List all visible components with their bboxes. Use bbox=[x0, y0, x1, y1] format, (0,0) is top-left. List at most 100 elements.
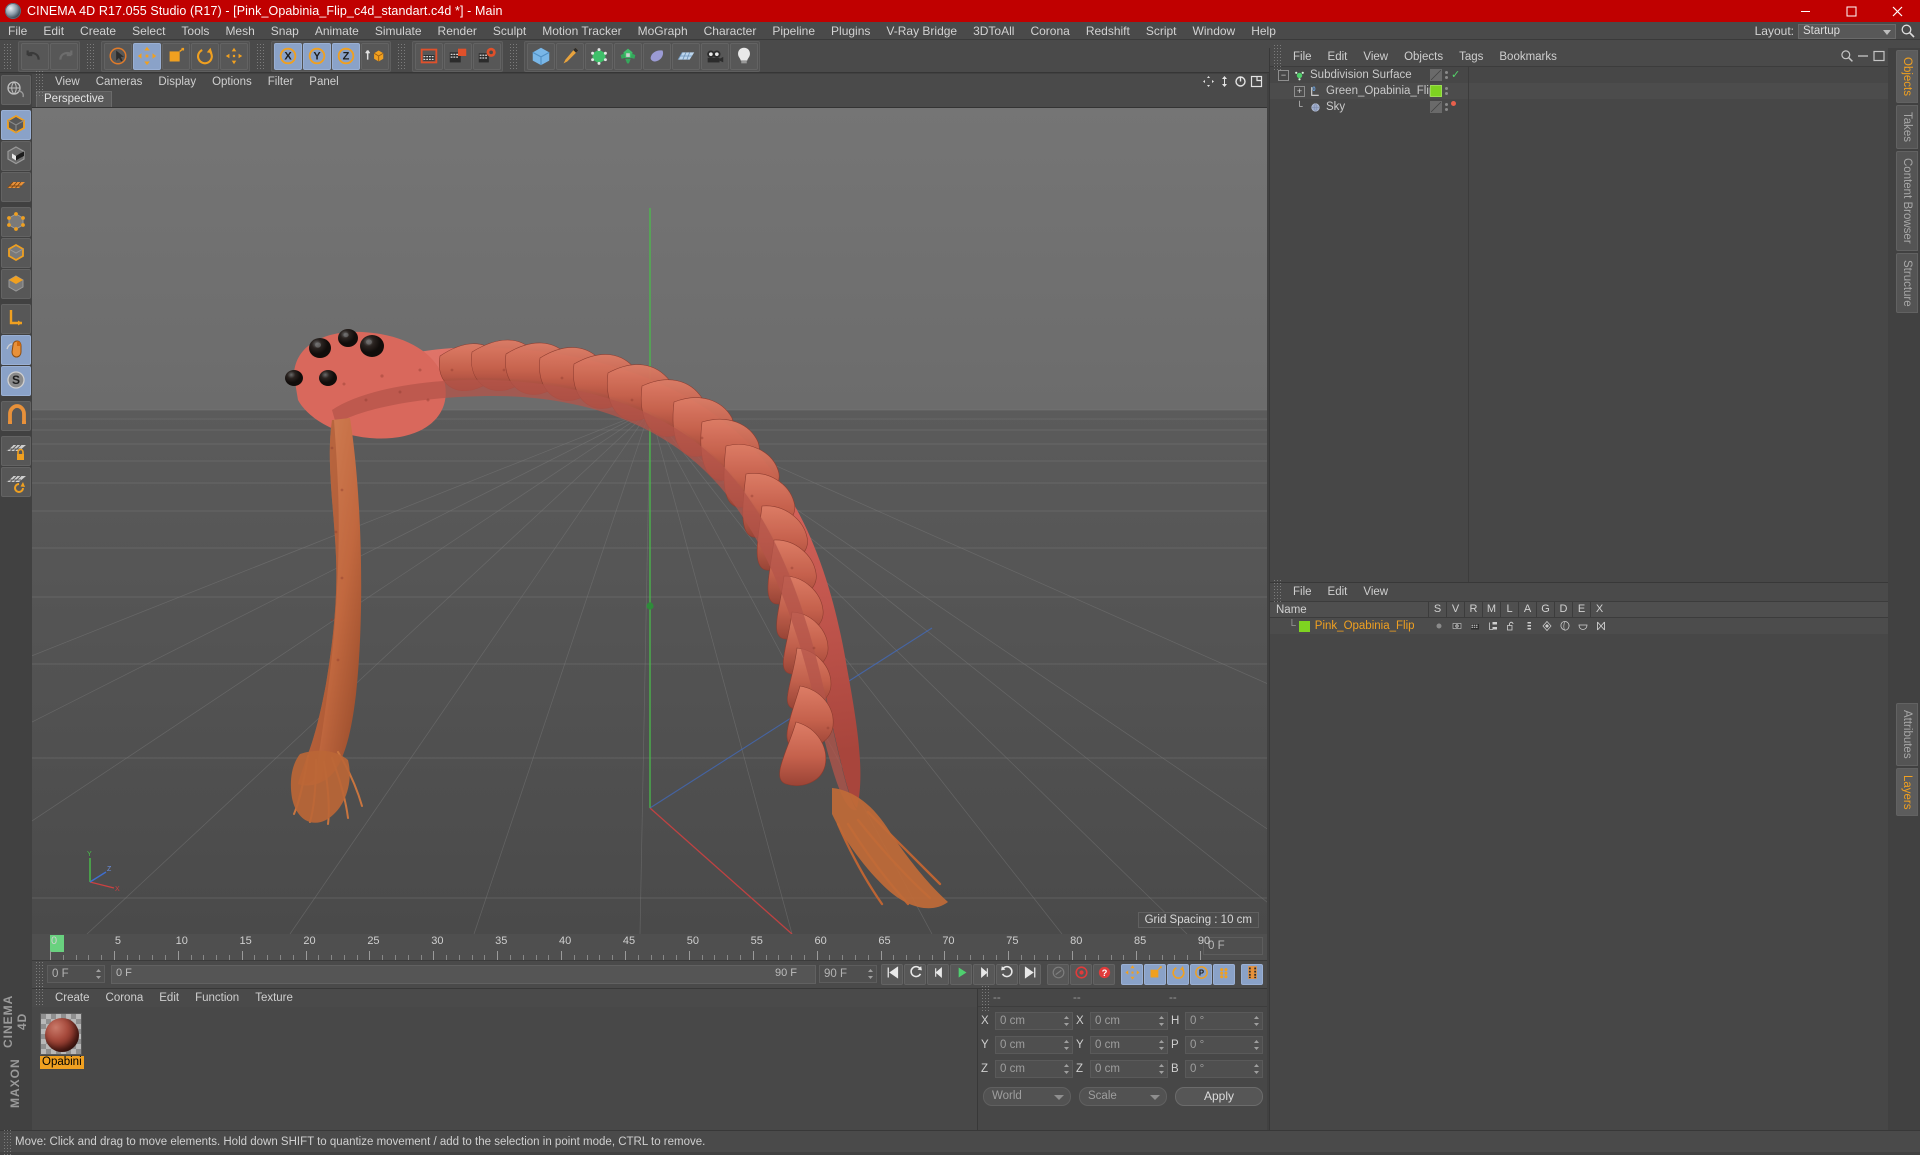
viewport-menu-cameras[interactable]: Cameras bbox=[88, 74, 151, 91]
play-loop-button[interactable] bbox=[996, 963, 1018, 985]
go-to-start-button[interactable] bbox=[881, 963, 903, 985]
right-tab-objects[interactable]: Objects bbox=[1896, 50, 1918, 103]
render-view-button[interactable] bbox=[414, 42, 443, 70]
generator-button[interactable] bbox=[584, 42, 613, 70]
viewport-menu-panel[interactable]: Panel bbox=[301, 74, 346, 91]
object-tree[interactable]: − Subdivision Surface ✓ +0 Green_Opabinia_Fl… bbox=[1270, 67, 1888, 115]
layer-column-s[interactable]: S bbox=[1428, 602, 1446, 618]
timeline-grip[interactable] bbox=[35, 961, 44, 987]
spinner-icon[interactable] bbox=[95, 968, 102, 980]
menu-item-select[interactable]: Select bbox=[124, 22, 173, 40]
layer-column-a[interactable]: A bbox=[1518, 602, 1536, 618]
lock-workplane-tool[interactable] bbox=[1, 436, 31, 466]
disabled-dot-icon[interactable] bbox=[1451, 101, 1456, 106]
object-menu-view[interactable]: View bbox=[1355, 48, 1396, 67]
layer-column-m[interactable]: M bbox=[1482, 602, 1500, 618]
render-settings-button[interactable] bbox=[472, 42, 501, 70]
free-move-tool[interactable] bbox=[219, 42, 248, 70]
record-parameter-button[interactable] bbox=[1213, 963, 1235, 985]
lock-open-icon[interactable] bbox=[1502, 620, 1520, 632]
menu-item-create[interactable]: Create bbox=[72, 22, 124, 40]
go-to-end-button[interactable] bbox=[1019, 963, 1041, 985]
expand-icon[interactable] bbox=[1872, 49, 1886, 66]
lock-x-axis[interactable]: X bbox=[273, 42, 302, 70]
spinner-icon[interactable] bbox=[1063, 1063, 1070, 1075]
menu-item-corona[interactable]: Corona bbox=[1022, 22, 1077, 40]
material-menu-texture[interactable]: Texture bbox=[247, 989, 301, 1007]
rotation-field[interactable]: 0 ° bbox=[1185, 1035, 1263, 1054]
coordinate-system-dropdown[interactable]: World bbox=[983, 1086, 1071, 1106]
menu-item-mesh[interactable]: Mesh bbox=[217, 22, 262, 40]
edges-mode-tool[interactable] bbox=[1, 238, 31, 268]
layer-column-d[interactable]: D bbox=[1554, 602, 1572, 618]
deformer-button[interactable] bbox=[613, 42, 642, 70]
spinner-icon[interactable] bbox=[1063, 1015, 1070, 1027]
menu-item-snap[interactable]: Snap bbox=[263, 22, 307, 40]
status-grip[interactable] bbox=[3, 1128, 12, 1155]
add-spline-button[interactable] bbox=[555, 42, 584, 70]
visibility-dots[interactable] bbox=[1445, 71, 1448, 79]
texture-mode-tool[interactable] bbox=[1, 141, 31, 171]
spinner-icon[interactable] bbox=[1158, 1039, 1165, 1051]
menu-item-sculpt[interactable]: Sculpt bbox=[485, 22, 534, 40]
layer-column-v[interactable]: V bbox=[1446, 602, 1464, 618]
model-mode-tool[interactable] bbox=[1, 110, 31, 140]
object-row[interactable]: − Subdivision Surface ✓ bbox=[1270, 67, 1888, 83]
material-tag-icon[interactable] bbox=[1430, 85, 1442, 97]
material-menu-edit[interactable]: Edit bbox=[151, 989, 187, 1007]
spinner-icon[interactable] bbox=[1253, 1039, 1260, 1051]
record-active-objects-button[interactable] bbox=[1070, 963, 1092, 985]
keyframe-selection-button[interactable]: ? bbox=[1093, 963, 1115, 985]
menu-item-animate[interactable]: Animate bbox=[307, 22, 367, 40]
viewport-tab-perspective[interactable]: Perspective bbox=[36, 91, 113, 107]
record-position-button[interactable] bbox=[1121, 963, 1143, 985]
search-icon[interactable] bbox=[1900, 23, 1916, 39]
texture-tag-icon[interactable] bbox=[1430, 101, 1442, 113]
enabled-check-icon[interactable]: ✓ bbox=[1451, 69, 1460, 81]
menu-item-redshift[interactable]: Redshift bbox=[1078, 22, 1138, 40]
points-mode-tool[interactable] bbox=[1, 207, 31, 237]
object-row[interactable]: +0 Green_Opabinia_Flip bbox=[1270, 83, 1888, 99]
layer-column-g[interactable]: G bbox=[1536, 602, 1554, 618]
material-menu-function[interactable]: Function bbox=[187, 989, 247, 1007]
toolbar-grip[interactable] bbox=[256, 43, 265, 69]
object-menu-file[interactable]: File bbox=[1285, 48, 1320, 67]
visibility-dots[interactable] bbox=[1445, 87, 1448, 95]
view-eye-icon[interactable] bbox=[1448, 620, 1466, 632]
layer-column-r[interactable]: R bbox=[1464, 602, 1482, 618]
layer-column-e[interactable]: E bbox=[1572, 602, 1590, 618]
spinner-icon[interactable] bbox=[1158, 1063, 1165, 1075]
world-object-coordinates[interactable] bbox=[360, 42, 389, 70]
step-forward-button[interactable] bbox=[973, 963, 995, 985]
layer-menu-view[interactable]: View bbox=[1355, 583, 1396, 602]
menu-item-script[interactable]: Script bbox=[1138, 22, 1185, 40]
lock-z-axis[interactable]: Z bbox=[331, 42, 360, 70]
spinner-icon[interactable] bbox=[1253, 1063, 1260, 1075]
timeline-ruler[interactable]: 0 F 0 5 10 15 20 25 30 35 40 45 50 55 60 65 70 75 80 85 90 bbox=[32, 934, 1267, 961]
material-thumbnail[interactable] bbox=[40, 1013, 82, 1055]
layer-color-swatch[interactable] bbox=[1298, 620, 1310, 632]
step-back-button[interactable] bbox=[927, 963, 949, 985]
toolbar-grip[interactable] bbox=[3, 43, 12, 69]
layer-menu-edit[interactable]: Edit bbox=[1320, 583, 1356, 602]
viewport-grip[interactable] bbox=[35, 69, 44, 96]
redo-button[interactable] bbox=[49, 42, 78, 70]
menu-item-v-ray-bridge[interactable]: V-Ray Bridge bbox=[878, 22, 965, 40]
scale-tool[interactable] bbox=[161, 42, 190, 70]
magnet-tool[interactable] bbox=[1, 401, 31, 431]
viewport-menu-display[interactable]: Display bbox=[150, 74, 204, 91]
layout-viewport-icon[interactable] bbox=[1250, 75, 1263, 91]
scene-object-button[interactable] bbox=[642, 42, 671, 70]
menu-item-tools[interactable]: Tools bbox=[173, 22, 217, 40]
viewport-rotate-tool[interactable] bbox=[1, 75, 31, 105]
material-name-label[interactable]: Opabini bbox=[40, 1056, 84, 1069]
undo-button[interactable] bbox=[20, 42, 49, 70]
expression-icon[interactable] bbox=[1574, 620, 1592, 632]
timeline-start-field[interactable]: 0 F bbox=[47, 965, 105, 983]
keyframe-toggle-button[interactable] bbox=[1241, 963, 1263, 985]
menu-item-window[interactable]: Window bbox=[1185, 22, 1244, 40]
material-menu-corona[interactable]: Corona bbox=[98, 989, 152, 1007]
play-backwards-button[interactable] bbox=[904, 963, 926, 985]
right-tab-content-browser[interactable]: Content Browser bbox=[1896, 151, 1918, 251]
autokeying-button[interactable] bbox=[1047, 963, 1069, 985]
